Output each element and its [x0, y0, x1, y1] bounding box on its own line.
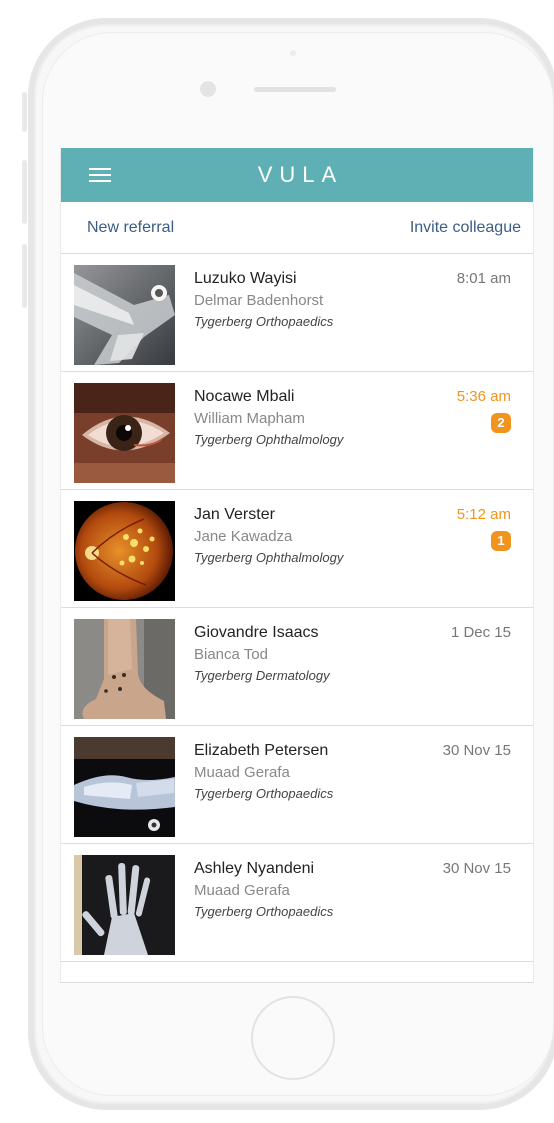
referring-doctor: Jane Kawadza	[194, 528, 293, 545]
earpiece-speaker	[254, 87, 336, 92]
referral-time: 30 Nov 15	[442, 860, 511, 877]
referring-doctor: Delmar Badenhorst	[194, 292, 324, 309]
referring-doctor: Bianca Tod	[194, 646, 268, 663]
referring-doctor: Muaad Gerafa	[194, 764, 290, 781]
referral-row[interactable]: Luzuko Wayisi Delmar Badenhorst Tygerber…	[61, 254, 533, 372]
xray-hand-thumbnail	[74, 855, 175, 955]
patient-name: Ashley Nyandeni	[194, 860, 315, 877]
referral-row[interactable]: Ashley Nyandeni Muaad Gerafa Tygerberg O…	[61, 844, 533, 962]
retina-photo-thumbnail	[74, 501, 175, 601]
actions-bar: New referral Invite colleague	[61, 202, 533, 254]
patient-name: Luzuko Wayisi	[194, 270, 297, 287]
referring-doctor: William Mapham	[194, 410, 305, 427]
referral-time: 5:36 am	[456, 388, 511, 405]
front-camera	[200, 81, 216, 97]
unread-count-badge: 2	[491, 413, 511, 433]
patient-name: Nocawe Mbali	[194, 388, 295, 405]
referral-time: 30 Nov 15	[442, 742, 511, 759]
referral-row[interactable]: Elizabeth Petersen Muaad Gerafa Tygerber…	[61, 726, 533, 844]
referral-time: 5:12 am	[456, 506, 511, 523]
referral-time: 1 Dec 15	[450, 624, 511, 641]
department: Tygerberg Orthopaedics	[194, 314, 334, 329]
proximity-sensor	[290, 50, 296, 56]
eye-photo-thumbnail	[74, 383, 175, 483]
department: Tygerberg Orthopaedics	[194, 786, 334, 801]
ankle-photo-thumbnail	[74, 619, 175, 719]
app-header: VULA	[61, 148, 533, 202]
unread-count-badge: 1	[491, 531, 511, 551]
referral-row[interactable]: Giovandre Isaacs Bianca Tod Tygerberg De…	[61, 608, 533, 726]
referral-row[interactable]: Nocawe Mbali William Mapham Tygerberg Op…	[61, 372, 533, 490]
home-button[interactable]	[251, 996, 335, 1080]
volume-down-button	[22, 244, 27, 308]
new-referral-link[interactable]: New referral	[87, 219, 174, 237]
xray-leg-thumbnail	[74, 265, 175, 365]
mute-switch	[22, 92, 27, 132]
referral-list: Luzuko Wayisi Delmar Badenhorst Tygerber…	[61, 254, 533, 962]
volume-up-button	[22, 160, 27, 224]
department: Tygerberg Ophthalmology	[194, 550, 344, 565]
department: Tygerberg Ophthalmology	[194, 432, 344, 447]
invite-colleague-link[interactable]: Invite colleague	[410, 219, 521, 237]
department: Tygerberg Orthopaedics	[194, 904, 334, 919]
patient-name: Giovandre Isaacs	[194, 624, 319, 641]
referral-row[interactable]: Jan Verster Jane Kawadza Tygerberg Ophth…	[61, 490, 533, 608]
referral-time: 8:01 am	[456, 270, 511, 287]
patient-name: Elizabeth Petersen	[194, 742, 329, 759]
app-screen: VULA New referral Invite colleague Luzuk…	[60, 148, 534, 983]
referring-doctor: Muaad Gerafa	[194, 882, 290, 899]
app-title: VULA	[257, 162, 344, 187]
patient-name: Jan Verster	[194, 506, 275, 523]
xray-foot-thumbnail	[74, 737, 175, 837]
department: Tygerberg Dermatology	[194, 668, 330, 683]
